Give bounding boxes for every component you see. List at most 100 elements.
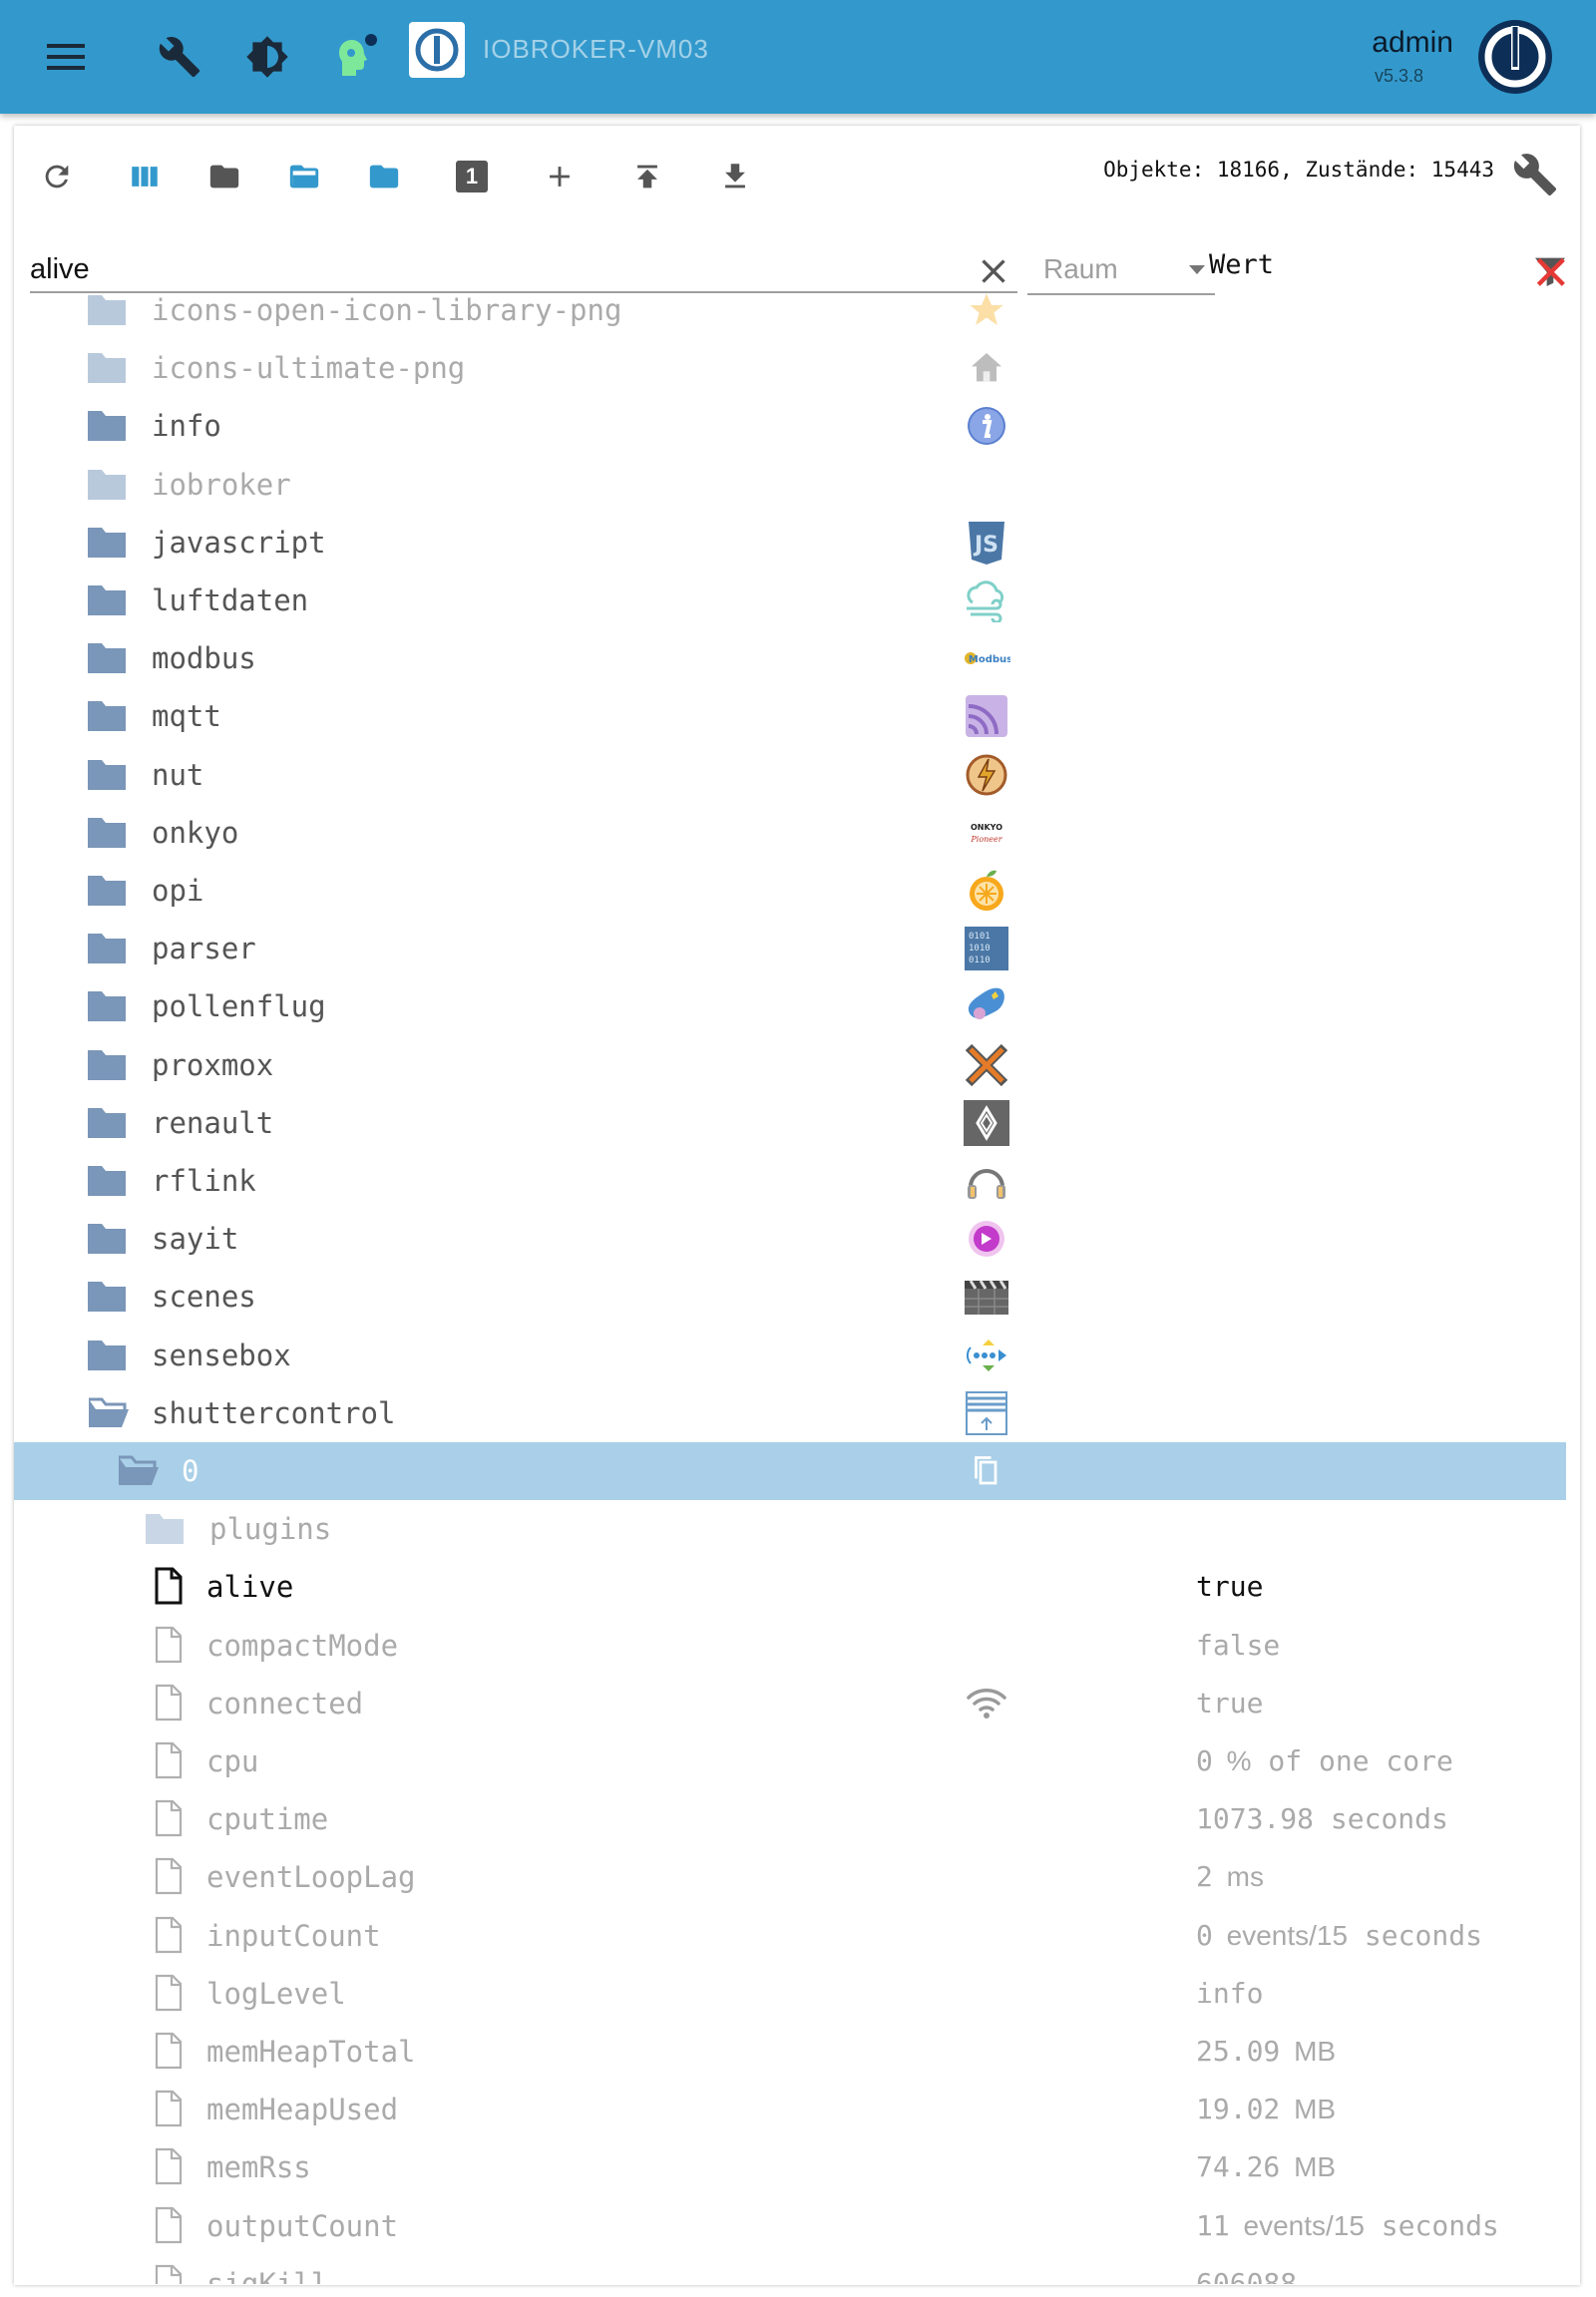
folder-icon[interactable] [86,756,128,792]
user-avatar[interactable] [1476,18,1554,96]
file-icon[interactable] [154,1625,184,1665]
state-value[interactable]: 25.09 MB [1196,2035,1336,2068]
expand-all-folder-open-icon[interactable] [277,150,331,203]
folder-icon[interactable] [86,291,128,327]
download-icon[interactable] [708,150,762,203]
tree-row-state[interactable]: memHeapUsed 19.02 MB [14,2081,1566,2138]
folder-icon[interactable] [86,407,128,443]
file-icon[interactable] [154,1856,184,1896]
folder-icon[interactable] [86,581,128,617]
tree-row-folder[interactable]: sayit [14,1210,1566,1268]
tree-row-folder[interactable]: icons-open-icon-library-png [14,289,1566,339]
state-value[interactable]: 0 % of one core [1196,1744,1453,1777]
tree-row-folder[interactable]: renault [14,1094,1566,1152]
tree-row-folder[interactable]: shuttercontrol [14,1384,1566,1442]
tree-row-state[interactable]: compactMode false [14,1617,1566,1675]
upload-icon[interactable] [620,150,674,203]
file-icon[interactable] [154,2263,184,2284]
tree-row-folder[interactable]: modbus Modbus [14,629,1566,687]
tree-row-folder[interactable]: rflink [14,1152,1566,1210]
tree-row-state[interactable]: connected true [14,1675,1566,1732]
user-name[interactable]: admin [1372,26,1453,60]
id-filter-input[interactable] [30,247,1017,293]
settings-wrench-icon[interactable] [1512,152,1558,197]
state-value[interactable]: 0 events/15 seconds [1196,1919,1482,1952]
file-icon[interactable] [154,1566,184,1606]
columns-icon[interactable] [118,150,172,203]
filter-off-icon[interactable] [1530,251,1570,291]
folder-icon[interactable] [86,1337,128,1372]
tree-row-folder[interactable]: info [14,397,1566,455]
tree-row-instance[interactable]: 0 [14,1442,1566,1500]
menu-icon[interactable] [34,25,98,89]
tree-row-state[interactable]: cputime 1073.98 seconds [14,1790,1566,1848]
folder-icon[interactable] [86,930,128,965]
file-icon[interactable] [154,1740,184,1780]
tree-row-state[interactable]: memHeapTotal 25.09 MB [14,2023,1566,2081]
file-icon[interactable] [154,2146,184,2186]
folder-open-icon[interactable] [86,1394,129,1430]
copy-icon[interactable] [962,1448,1011,1494]
tree-row-folder[interactable]: sensebox [14,1327,1566,1384]
wrench-icon[interactable] [148,25,211,89]
tree-row-state[interactable]: inputCount 0 events/15 seconds [14,1907,1566,1965]
folder-icon[interactable] [86,1220,128,1256]
expand-level-button[interactable]: 1 [445,150,499,203]
file-icon[interactable] [154,1683,184,1723]
state-value[interactable]: true [1196,1687,1263,1720]
state-value[interactable]: info [1196,1977,1263,2010]
tree-row-state[interactable]: alive true [14,1558,1566,1616]
folder-icon[interactable] [86,1162,128,1198]
folder-icon[interactable] [86,639,128,675]
folder-icon[interactable] [86,524,128,560]
tree-row-state[interactable]: outputCount 11 events/15 seconds [14,2197,1566,2255]
folder-icon[interactable] [86,814,128,850]
folder-icon[interactable] [86,987,128,1023]
tree-row-state[interactable]: sigKill 606088 [14,2255,1566,2284]
refresh-button[interactable] [30,150,84,203]
folder-icon[interactable] [86,872,128,908]
folder-icon[interactable] [86,349,128,385]
folder-icon[interactable] [86,697,128,733]
file-icon[interactable] [154,1798,184,1838]
tree-row-folder[interactable]: parser 0101 1010 0110 [14,920,1566,977]
tree-row-folder[interactable]: icons-ultimate-png [14,339,1566,397]
tree-row-folder[interactable]: iobroker [14,456,1566,514]
state-value[interactable]: 1073.98 seconds [1196,1802,1448,1835]
tree-row-folder[interactable]: proxmox [14,1036,1566,1094]
folder-icon[interactable] [86,466,128,502]
collapse-all-folder-icon[interactable] [357,150,411,203]
state-value[interactable]: 19.02 MB [1196,2093,1336,2125]
folder-icon[interactable] [86,1104,128,1140]
add-icon[interactable] [533,150,587,203]
tree-row-state[interactable]: logLevel info [14,1965,1566,2023]
file-icon[interactable] [154,2031,184,2071]
tree-row-state[interactable]: cpu 0 % of one core [14,1732,1566,1790]
folder-icon[interactable] [86,1278,128,1314]
file-icon[interactable] [154,1915,184,1955]
state-value[interactable]: 2 ms [1196,1860,1264,1893]
tree-row-folder[interactable]: onkyo ONKYO Pioneer [14,804,1566,862]
expert-mode-head-icon[interactable] [325,25,389,89]
tree-row-folder[interactable]: nut [14,746,1566,804]
tree-row-folder[interactable]: javascript JS [14,514,1566,572]
brightness-icon[interactable] [235,25,299,89]
tree-row-state[interactable]: eventLoopLag 2 ms [14,1848,1566,1906]
state-value[interactable]: 74.26 MB [1196,2150,1336,2183]
clear-filter-icon[interactable] [974,251,1013,291]
folder-open-icon[interactable] [116,1452,159,1488]
tree-row-folder[interactable]: opi [14,862,1566,920]
tree-row-folder[interactable]: mqtt [14,687,1566,745]
tree-row-folder[interactable]: pollenflug [14,977,1566,1035]
state-value[interactable]: false [1196,1629,1280,1662]
folder-icon[interactable] [144,1510,186,1546]
state-value[interactable]: true [1196,1570,1263,1603]
folder-icon[interactable] [86,1046,128,1082]
tree-row-folder[interactable]: scenes [14,1268,1566,1326]
file-icon[interactable] [154,1973,184,2013]
file-icon[interactable] [154,2205,184,2245]
folder-icon[interactable] [198,150,251,203]
state-value[interactable]: 606088 [1196,2267,1297,2284]
tree-row-state[interactable]: memRss 74.26 MB [14,2138,1566,2196]
tree-row-folder[interactable]: luftdaten [14,572,1566,629]
